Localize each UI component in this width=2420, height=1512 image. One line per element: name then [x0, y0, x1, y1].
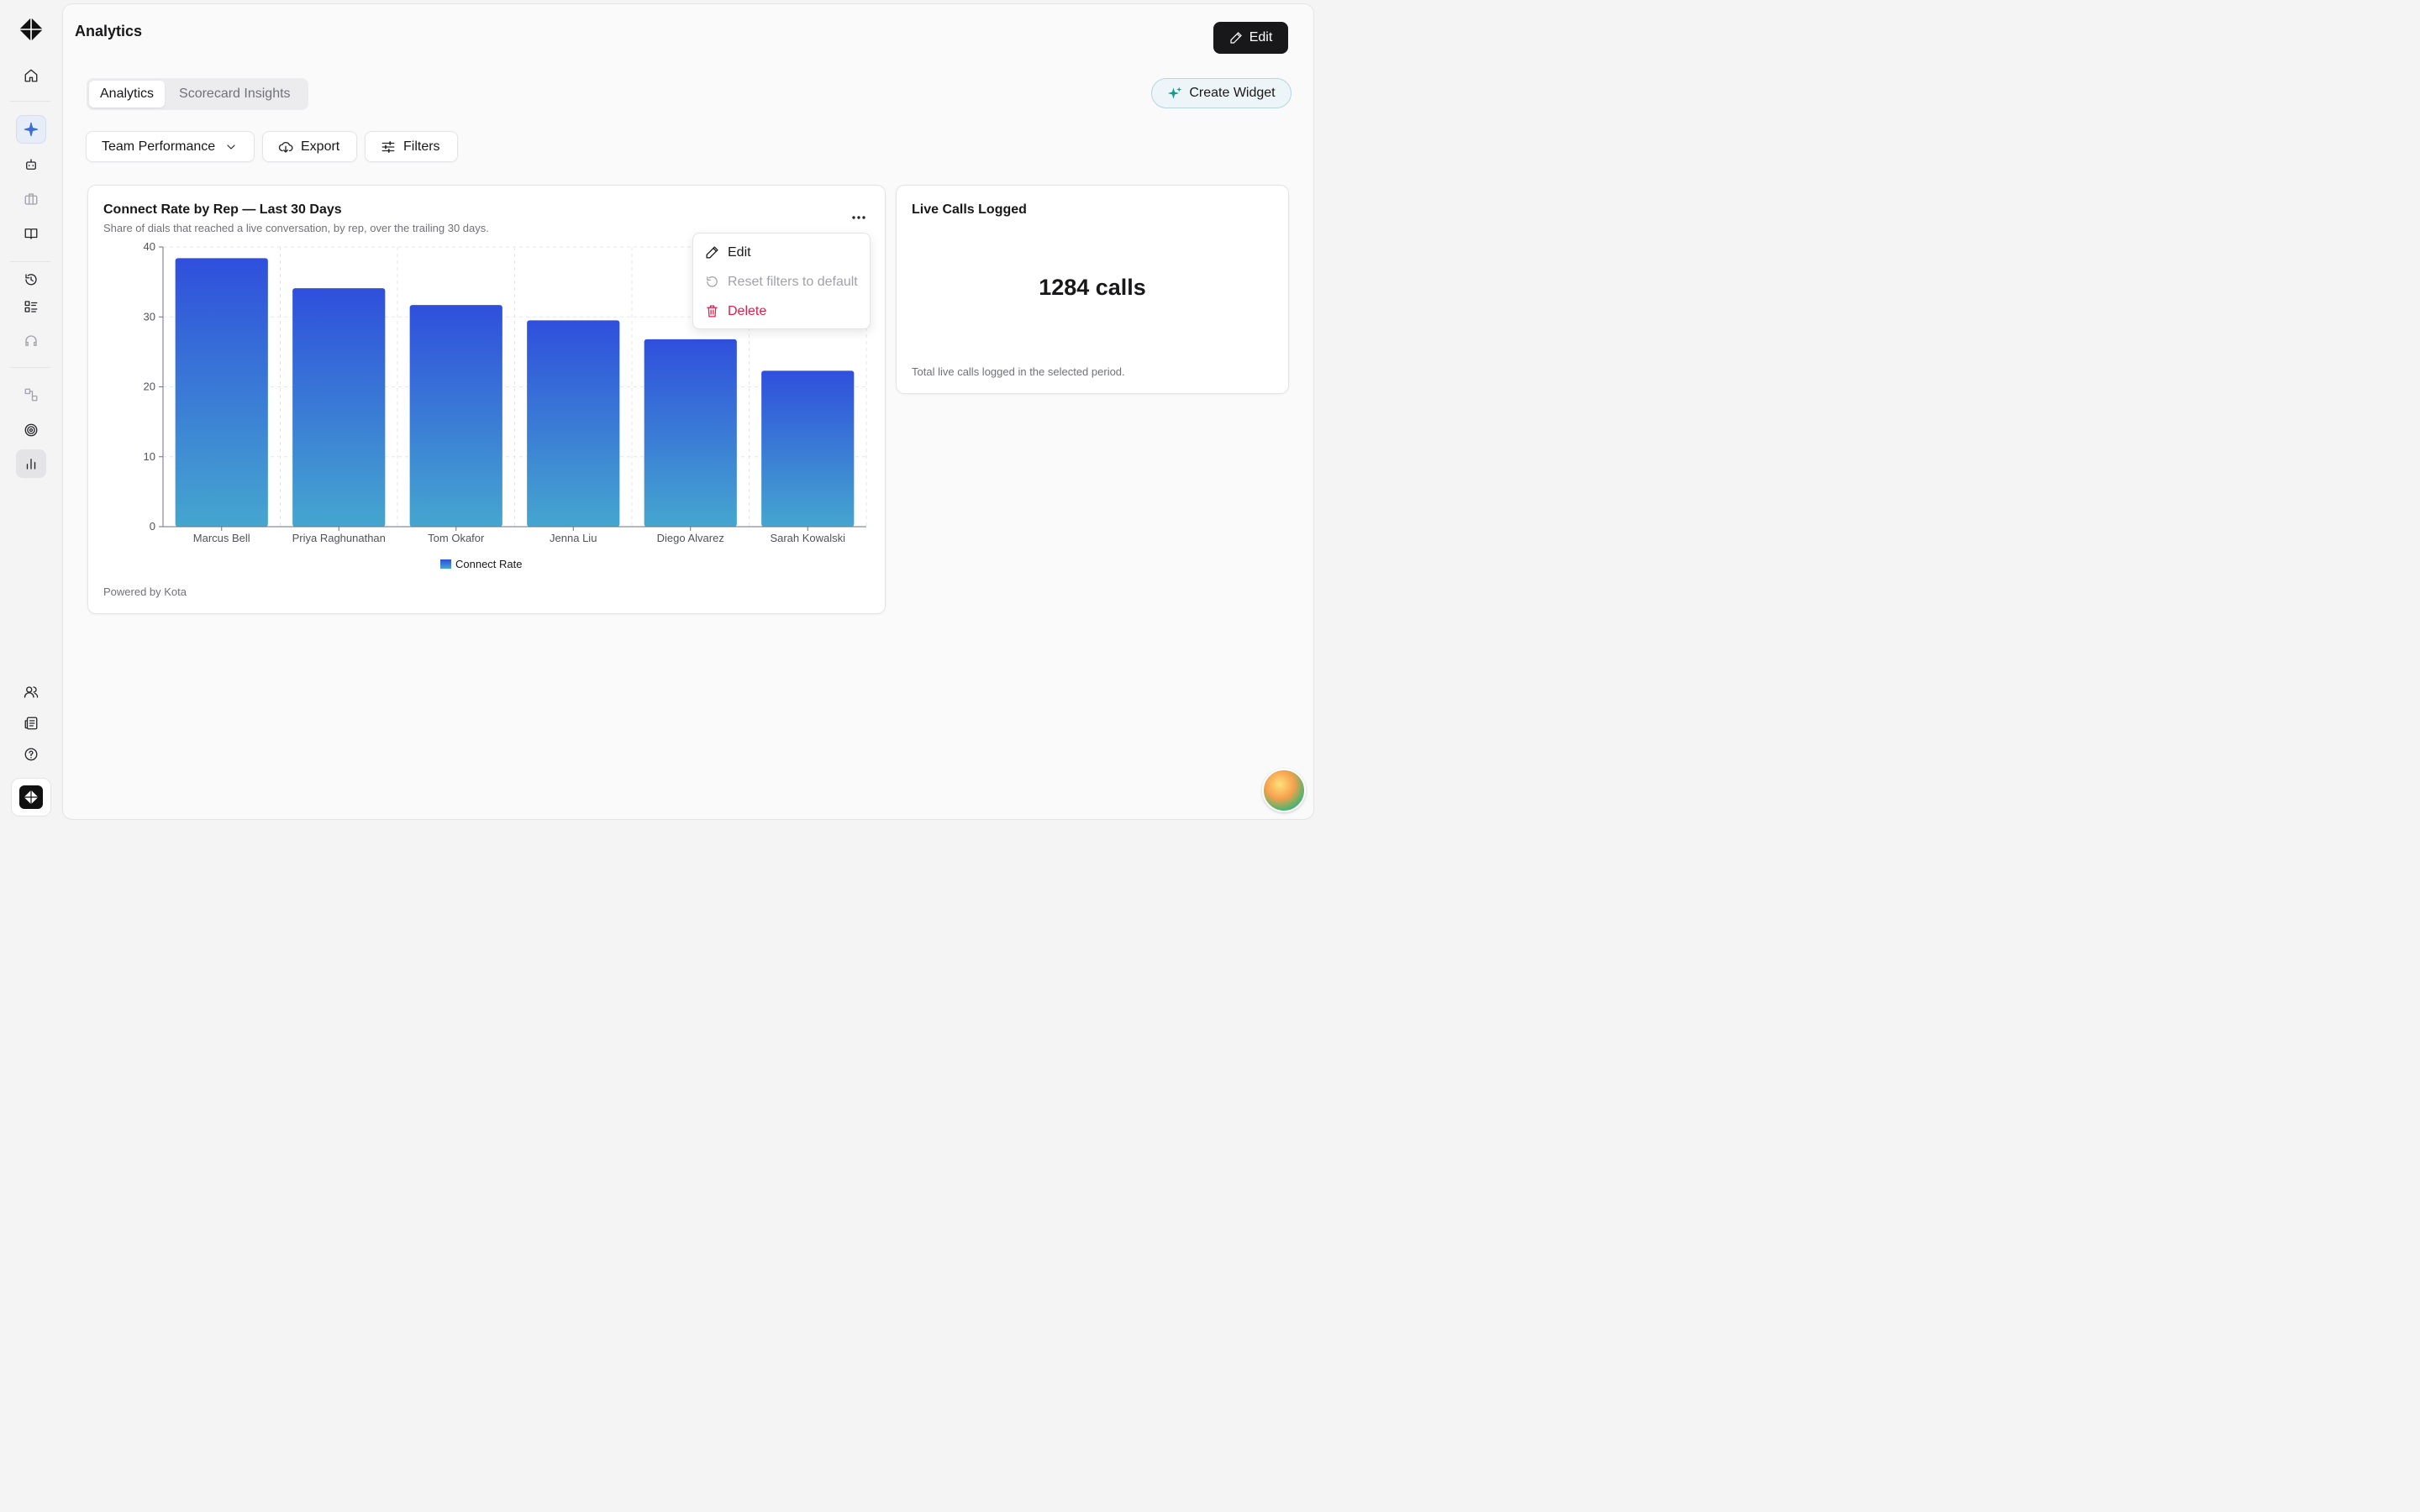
- nav-bots[interactable]: [16, 150, 46, 179]
- x-tick-label: Tom Okafor: [428, 532, 485, 544]
- tab-scorecard-insights[interactable]: Scorecard Insights: [168, 81, 302, 108]
- legend-swatch: [440, 559, 451, 569]
- user-avatar[interactable]: [1262, 769, 1306, 812]
- users-icon: [24, 686, 39, 698]
- pencil-icon: [1230, 32, 1242, 44]
- sparkles-icon: [1168, 87, 1182, 99]
- filters-label: Filters: [403, 139, 440, 154]
- sidebar-divider: [10, 101, 50, 102]
- bar: [175, 258, 268, 527]
- chart-title: Connect Rate by Rep — Last 30 Days: [103, 202, 342, 217]
- nav-history[interactable]: [16, 265, 46, 294]
- widget-context-menu: Edit Reset filters to default Delete: [692, 233, 871, 329]
- chart-legend: Connect Rate: [440, 558, 523, 570]
- nav-analytics[interactable]: [16, 449, 46, 478]
- chevron-down-icon: [227, 144, 235, 150]
- x-tick-label: Diego Alvarez: [657, 532, 724, 544]
- robot-icon: [26, 159, 36, 170]
- nav-workflows[interactable]: [16, 381, 46, 409]
- x-tick-label: Marcus Bell: [193, 532, 250, 544]
- export-button[interactable]: Export: [262, 131, 357, 162]
- nav-briefcase[interactable]: [16, 185, 46, 213]
- workflow-icon: [24, 388, 38, 402]
- menu-edit-label: Edit: [728, 244, 751, 260]
- nav-changelog[interactable]: [16, 709, 46, 738]
- legend-label: Connect Rate: [455, 558, 523, 570]
- metric-title: Live Calls Logged: [912, 202, 1027, 217]
- nav-library[interactable]: [16, 219, 46, 248]
- cloud-download-icon: [278, 141, 293, 153]
- view-tabs: Analytics Scorecard Insights: [87, 78, 308, 110]
- list-checks-icon: [24, 301, 38, 312]
- rotate-ccw-icon: [707, 276, 718, 287]
- menu-delete-label: Delete: [728, 303, 767, 318]
- dashboard-select-value: Team Performance: [102, 139, 216, 154]
- y-tick-label: 40: [144, 240, 155, 253]
- sliders-icon: [381, 140, 395, 153]
- chart-subtitle: Share of dials that reached a live conve…: [103, 222, 489, 234]
- metric-description: Total live calls logged in the selected …: [912, 365, 1125, 378]
- dashboard-select[interactable]: Team Performance: [86, 131, 255, 162]
- bar: [409, 305, 502, 527]
- bar-chart-icon: [26, 459, 36, 470]
- more-horizontal-icon[interactable]: [850, 209, 868, 226]
- nav-help[interactable]: [16, 740, 46, 769]
- bar: [644, 339, 737, 527]
- y-tick-label: 10: [144, 450, 155, 463]
- sidebar: [0, 0, 62, 823]
- brand-logo-icon: [24, 790, 39, 805]
- bar: [292, 288, 386, 527]
- x-tick-label: Sarah Kowalski: [770, 532, 845, 544]
- edit-dashboard-label: Edit: [1249, 30, 1273, 45]
- tab-analytics[interactable]: Analytics: [89, 81, 166, 108]
- metric-widget-card: Live Calls Logged 1284 calls Total live …: [896, 185, 1289, 394]
- nav-scorecards[interactable]: [16, 292, 46, 321]
- workspace-switcher[interactable]: [11, 778, 51, 816]
- main-panel: Analytics Edit Analytics Scorecard Insig…: [62, 3, 1314, 820]
- bar: [761, 370, 855, 527]
- nav-home[interactable]: [16, 61, 46, 90]
- help-circle-icon: [24, 748, 38, 761]
- nav-support[interactable]: [16, 327, 46, 355]
- y-tick-label: 0: [150, 520, 155, 533]
- nav-ai[interactable]: [16, 115, 46, 144]
- home-icon: [24, 69, 38, 82]
- pencil-icon: [706, 246, 718, 259]
- create-widget-button[interactable]: Create Widget: [1151, 78, 1292, 108]
- metric-value: 1284 calls: [1039, 275, 1146, 300]
- brand-logo-icon[interactable]: [18, 17, 44, 42]
- nav-team[interactable]: [16, 678, 46, 706]
- target-icon: [24, 423, 38, 437]
- filters-button[interactable]: Filters: [365, 131, 458, 162]
- history-icon: [25, 274, 37, 286]
- edit-dashboard-button[interactable]: Edit: [1213, 22, 1288, 54]
- menu-delete[interactable]: Delete: [693, 297, 870, 326]
- page-title: Analytics: [75, 23, 143, 39]
- x-tick-label: Priya Raghunathan: [292, 532, 386, 544]
- powered-by-footer: Powered by Kota: [103, 585, 187, 598]
- export-label: Export: [301, 139, 340, 154]
- menu-reset-filters[interactable]: Reset filters to default: [693, 267, 870, 297]
- headset-icon: [25, 335, 37, 346]
- y-tick-label: 30: [144, 310, 155, 323]
- menu-edit[interactable]: Edit: [693, 238, 870, 267]
- sparkle-icon: [24, 122, 39, 137]
- menu-reset-label: Reset filters to default: [728, 274, 858, 289]
- sidebar-divider: [10, 261, 50, 262]
- bar: [527, 320, 620, 527]
- trash-icon: [707, 305, 718, 318]
- create-widget-label: Create Widget: [1189, 86, 1276, 100]
- newspaper-icon: [24, 717, 38, 730]
- nav-goals[interactable]: [16, 416, 46, 444]
- sidebar-divider: [10, 367, 50, 368]
- y-tick-label: 20: [144, 381, 155, 393]
- x-tick-label: Jenna Liu: [550, 532, 597, 544]
- book-open-icon: [24, 228, 38, 239]
- briefcase-icon: [24, 193, 38, 205]
